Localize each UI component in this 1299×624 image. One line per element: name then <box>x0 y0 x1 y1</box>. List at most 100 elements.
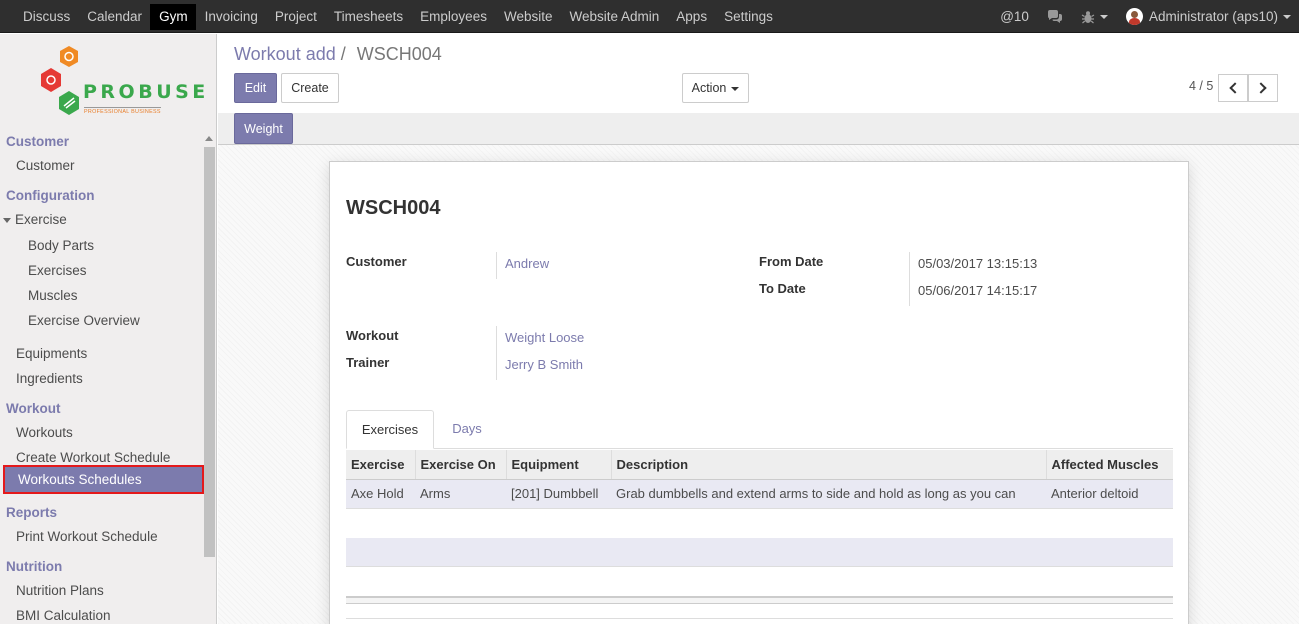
tab-days[interactable]: Days <box>434 410 500 449</box>
divider <box>346 618 1173 619</box>
workout-field[interactable]: Weight Loose <box>505 330 584 345</box>
from-date-label: From Date <box>759 254 824 269</box>
top-navbar: Discuss Calendar Gym Invoicing Project T… <box>0 0 1299 33</box>
to-date-field[interactable]: 05/06/2017 14:15:17 <box>918 283 1037 298</box>
chevron-left-icon <box>1229 82 1241 94</box>
cell-affected-muscles: Anterior deltoid <box>1046 479 1173 509</box>
cell-description: Grab dumbbells and extend arms to side a… <box>611 479 1046 509</box>
user-menu[interactable]: Administrator (aps10) <box>1125 8 1291 25</box>
menu-employees[interactable]: Employees <box>411 0 495 33</box>
customer-label: Customer <box>346 254 407 269</box>
scroll-up-icon[interactable] <box>205 136 213 141</box>
logo-tagline: PROFESSIONAL BUSINESS <box>84 107 161 115</box>
column-header-description[interactable]: Description <box>610 450 1046 480</box>
cell-exercise-on: Arms <box>415 479 506 509</box>
to-date-label: To Date <box>759 281 806 296</box>
pager-next-button[interactable] <box>1248 74 1278 102</box>
sidebar-item-equipments[interactable]: Equipments <box>16 346 87 361</box>
table-row[interactable]: Axe Hold Arms [201] Dumbbell Grab dumbbe… <box>346 479 1173 509</box>
breadcrumb-parent[interactable]: Workout add <box>234 44 336 64</box>
empty-row <box>346 538 1173 567</box>
cell-exercise: Axe Hold <box>346 479 415 509</box>
sidebar-item-ingredients[interactable]: Ingredients <box>16 371 83 386</box>
record-title: WSCH004 <box>346 197 441 219</box>
tab-exercises[interactable]: Exercises <box>346 410 434 449</box>
table-footer <box>346 596 1173 604</box>
menu-discuss[interactable]: Discuss <box>14 0 78 33</box>
section-reports: Reports <box>6 505 58 520</box>
section-nutrition: Nutrition <box>6 559 63 574</box>
sidebar-item-bmi-calculation[interactable]: BMI Calculation <box>16 608 111 623</box>
menu-project[interactable]: Project <box>266 0 325 33</box>
trainer-label: Trainer <box>346 355 390 370</box>
sidebar-item-exercise-overview[interactable]: Exercise Overview <box>28 313 140 328</box>
menu-settings[interactable]: Settings <box>715 0 781 33</box>
menu-timesheets[interactable]: Timesheets <box>325 0 411 33</box>
edit-button[interactable]: Edit <box>234 73 277 103</box>
sidebar-item-exercises[interactable]: Exercises <box>28 263 87 278</box>
section-workout: Workout <box>6 401 61 416</box>
sidebar-item-workouts-schedules[interactable]: Workouts Schedules <box>3 465 204 494</box>
breadcrumb: Workout add / WSCH004 <box>234 44 442 65</box>
sidebar-item-exercise[interactable]: Exercise <box>15 212 67 227</box>
column-header-exercise[interactable]: Exercise <box>346 450 415 480</box>
customer-field[interactable]: Andrew <box>505 256 549 271</box>
logo-name: PROBUSE <box>83 81 209 103</box>
chat-bubbles-icon <box>1047 9 1062 23</box>
sidebar-item-print-workout-schedule[interactable]: Print Workout Schedule <box>16 529 158 544</box>
company-logo[interactable]: PROBUSE PROFESSIONAL BUSINESS <box>40 46 205 122</box>
form-sheet: WSCH004 Customer Andrew From Date To Dat… <box>329 161 1189 624</box>
menu-calendar[interactable]: Calendar <box>78 0 150 33</box>
create-button[interactable]: Create <box>281 73 339 103</box>
exercises-table: Exercise Exercise On Equipment Descripti… <box>346 450 1173 509</box>
pager-previous-button[interactable] <box>1218 74 1248 102</box>
workout-label: Workout <box>346 328 399 343</box>
caret-down-icon <box>1099 14 1108 19</box>
caret-down-icon <box>731 86 740 91</box>
sidebar-item-customer[interactable]: Customer <box>16 158 75 173</box>
notebook-tabs: Exercises Days <box>346 410 1173 449</box>
caret-down-icon <box>1283 14 1291 19</box>
breadcrumb-current: WSCH004 <box>356 44 442 64</box>
field-divider <box>909 252 910 306</box>
column-header-affected-muscles[interactable]: Affected Muscles <box>1045 450 1173 480</box>
sidebar-scrollbar[interactable] <box>204 147 215 557</box>
table-header-row: Exercise Exercise On Equipment Descripti… <box>346 450 1173 480</box>
systray: @10 Administrator (aps10) <box>982 0 1291 33</box>
breadcrumb-separator: / <box>340 44 346 64</box>
menu-website-admin[interactable]: Website Admin <box>561 0 668 33</box>
trainer-field[interactable]: Jerry B Smith <box>505 357 583 372</box>
column-header-equipment[interactable]: Equipment <box>505 450 611 480</box>
app-menu: Discuss Calendar Gym Invoicing Project T… <box>14 0 781 33</box>
caret-down-icon[interactable] <box>3 218 11 223</box>
section-configuration: Configuration <box>6 188 95 203</box>
pager-value[interactable]: 4 / 5 <box>1189 79 1213 93</box>
sidebar-item-create-workout-schedule[interactable]: Create Workout Schedule <box>16 450 170 465</box>
debug-menu[interactable] <box>1081 10 1108 24</box>
field-divider <box>496 252 497 279</box>
form-header: Weight <box>218 113 1299 145</box>
chat-icon[interactable] <box>1047 9 1063 24</box>
avatar <box>1125 8 1143 25</box>
section-customer: Customer <box>6 134 70 149</box>
chevron-right-icon <box>1255 82 1267 94</box>
cell-equipment: [201] Dumbbell <box>506 479 611 509</box>
sidebar-item-body-parts[interactable]: Body Parts <box>28 238 94 253</box>
menu-website[interactable]: Website <box>495 0 561 33</box>
user-name: Administrator (aps10) <box>1148 9 1278 24</box>
weight-button[interactable]: Weight <box>234 113 293 144</box>
sidebar-item-workouts[interactable]: Workouts <box>16 425 73 440</box>
action-dropdown[interactable]: Action <box>682 73 749 103</box>
menu-apps[interactable]: Apps <box>667 0 715 33</box>
menu-invoicing[interactable]: Invoicing <box>196 0 266 33</box>
mentions-counter[interactable]: @10 <box>1000 9 1029 24</box>
sidebar: PROBUSE PROFESSIONAL BUSINESS Customer C… <box>0 34 217 624</box>
bug-icon <box>1081 10 1095 23</box>
from-date-field[interactable]: 05/03/2017 13:15:13 <box>918 256 1037 271</box>
action-label: Action <box>691 81 727 95</box>
sidebar-item-nutrition-plans[interactable]: Nutrition Plans <box>16 583 104 598</box>
field-divider <box>496 326 497 380</box>
menu-gym[interactable]: Gym <box>150 4 196 30</box>
sidebar-item-muscles[interactable]: Muscles <box>28 288 78 303</box>
column-header-exercise-on[interactable]: Exercise On <box>414 450 506 480</box>
